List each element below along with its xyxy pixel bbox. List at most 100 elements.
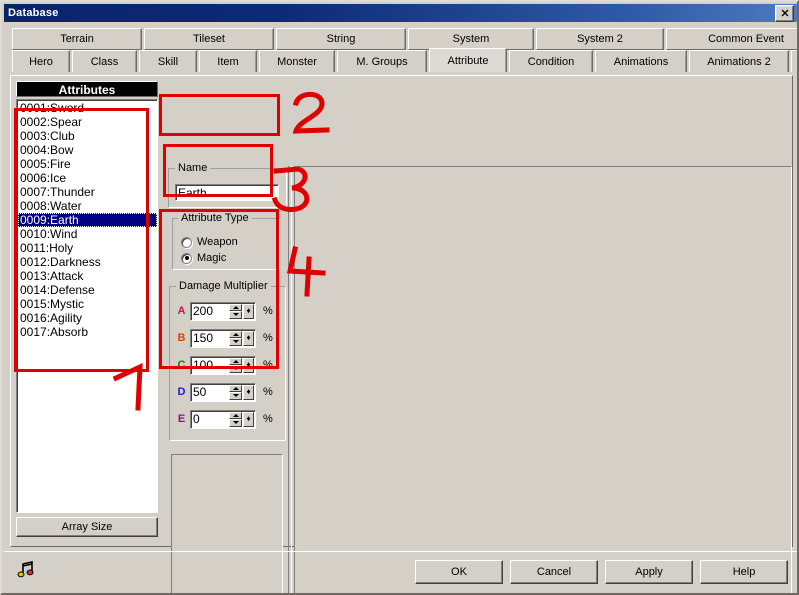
music-note-icon[interactable] [16, 560, 36, 580]
list-item[interactable]: 0017:Absorb [18, 325, 157, 339]
list-item[interactable]: 0016:Agility [18, 311, 157, 325]
tab-row-upper: Terrain Tileset String System System 2 Common… [12, 28, 797, 50]
spinner-up-icon[interactable] [229, 411, 242, 419]
close-icon[interactable] [775, 4, 794, 22]
radio-weapon[interactable]: Weapon [181, 236, 238, 248]
help-button[interactable]: Help [700, 560, 788, 584]
damage-letter-b: B [177, 332, 186, 344]
ok-button[interactable]: OK [415, 560, 503, 584]
damage-row-b: B ♦% [176, 328, 273, 348]
close-glyph [781, 9, 788, 17]
spinner-down-icon[interactable] [229, 365, 242, 373]
damage-letter-d: D [177, 386, 186, 398]
spinner-down-icon[interactable] [229, 338, 242, 346]
tab-animations-2[interactable]: Animations 2 [689, 50, 789, 72]
tab-label: System 2 [577, 33, 623, 45]
tab-label: Common Event [708, 33, 784, 45]
damage-spinner-e[interactable]: ♦ [190, 409, 256, 429]
tab-condition[interactable]: Condition [509, 50, 593, 72]
tab-string[interactable]: String [276, 28, 406, 50]
damage-row-c: C ♦% [176, 355, 273, 375]
spinner-diamond-icon[interactable]: ♦ [243, 330, 254, 346]
list-item[interactable]: 0011:Holy [18, 241, 157, 255]
tab-battle-layout[interactable]: Battle Layout [791, 50, 797, 72]
damage-spinner-a[interactable]: ♦ [190, 301, 256, 321]
list-item[interactable]: 0003:Club [18, 129, 157, 143]
tab-class[interactable]: Class [72, 50, 137, 72]
spinner-up-icon[interactable] [229, 303, 242, 311]
list-item[interactable]: 0004:Bow [18, 143, 157, 157]
spinner-down-icon[interactable] [229, 392, 242, 400]
list-item[interactable]: 0007:Thunder [18, 185, 157, 199]
tab-label: Skill [157, 55, 179, 68]
spinner-down-icon[interactable] [229, 419, 242, 427]
attributes-list-column: Attributes 0001:Sword 0002:Spear 0003:Club… [16, 81, 158, 541]
tab-animations[interactable]: Animations [595, 50, 687, 72]
spinner-buttons [229, 330, 242, 346]
spinner-diamond-icon[interactable]: ♦ [243, 384, 254, 400]
apply-button[interactable]: Apply [605, 560, 693, 584]
list-item[interactable]: 0014:Defense [18, 283, 157, 297]
spinner-diamond-icon[interactable]: ♦ [243, 303, 254, 319]
name-group: Name [168, 162, 287, 208]
dialog-footer: OK Cancel Apply Help [4, 551, 797, 593]
radio-magic[interactable]: Magic [181, 252, 226, 264]
list-item[interactable]: 0006:Ice [18, 171, 157, 185]
tab-item[interactable]: Item [199, 50, 257, 72]
spinner-diamond-icon[interactable]: ♦ [243, 411, 254, 427]
tab-label: Monster [277, 55, 317, 68]
tab-common-event[interactable]: Common Event [666, 28, 797, 50]
radio-magic-indicator [181, 252, 192, 264]
array-size-button[interactable]: Array Size [16, 517, 158, 537]
tab-skill[interactable]: Skill [139, 50, 197, 72]
list-item[interactable]: 0002:Spear [18, 115, 157, 129]
tab-system[interactable]: System [408, 28, 534, 50]
attributes-list[interactable]: 0001:Sword 0002:Spear 0003:Club 0004:Bow 000… [16, 99, 158, 513]
damage-spinner-d[interactable]: ♦ [190, 382, 256, 402]
list-item[interactable]: 0015:Mystic [18, 297, 157, 311]
tab-label: Tileset [193, 33, 225, 45]
tab-label: Animations [613, 55, 669, 68]
list-item[interactable]: 0010:Wind [18, 227, 157, 241]
attributes-list-header: Attributes [16, 81, 158, 97]
tab-hero[interactable]: Hero [12, 50, 70, 72]
spinner-buttons [229, 357, 242, 373]
database-window: Database Terrain Tileset String System Syste… [0, 0, 799, 595]
list-item[interactable]: 0005:Fire [18, 157, 157, 171]
damage-spinner-b[interactable]: ♦ [190, 328, 256, 348]
tab-label: System [452, 33, 490, 45]
tab-monster[interactable]: Monster [259, 50, 335, 72]
damage-value-input-a[interactable] [191, 302, 229, 320]
damage-value-input-b[interactable] [191, 329, 229, 347]
damage-value-input-e[interactable] [191, 410, 229, 428]
tab-tileset[interactable]: Tileset [144, 28, 274, 50]
list-item[interactable]: 0012:Darkness [18, 255, 157, 269]
tab-m-groups[interactable]: M. Groups [337, 50, 427, 72]
tab-label: Item [217, 55, 239, 68]
list-item[interactable]: 0013:Attack [18, 269, 157, 283]
damage-letter-a: A [177, 305, 186, 317]
attribute-type-legend: Attribute Type [178, 212, 252, 224]
tab-terrain[interactable]: Terrain [12, 28, 142, 50]
radio-magic-label: Magic [197, 252, 227, 264]
tab-label: Attribute [447, 54, 489, 67]
damage-multiplier-legend: Damage Multiplier [176, 280, 271, 292]
tab-label: Hero [29, 55, 53, 68]
name-input[interactable] [175, 184, 279, 201]
list-item[interactable]: 0008:Water [18, 199, 157, 213]
tab-system-2[interactable]: System 2 [536, 28, 664, 50]
percent-label: % [263, 305, 273, 317]
spinner-buttons [229, 384, 242, 400]
list-item[interactable]: 0001:Sword [18, 101, 157, 115]
spinner-up-icon[interactable] [229, 357, 242, 365]
damage-value-input-c[interactable] [191, 356, 229, 374]
tab-attribute[interactable]: Attribute [429, 48, 507, 72]
damage-spinner-c[interactable]: ♦ [190, 355, 256, 375]
list-item[interactable]: 0009:Earth [18, 213, 157, 227]
cancel-button[interactable]: Cancel [510, 560, 598, 584]
spinner-diamond-icon[interactable]: ♦ [243, 357, 254, 373]
spinner-up-icon[interactable] [229, 330, 242, 338]
spinner-down-icon[interactable] [229, 311, 242, 319]
spinner-up-icon[interactable] [229, 384, 242, 392]
damage-value-input-d[interactable] [191, 383, 229, 401]
